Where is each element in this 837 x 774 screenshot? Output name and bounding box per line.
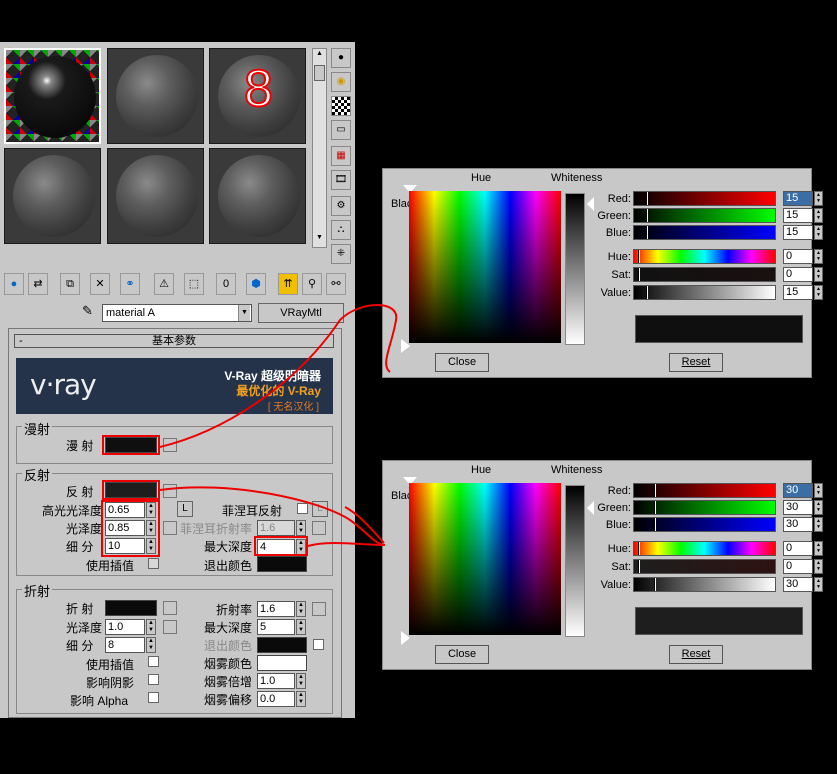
annotation-arrows bbox=[159, 304, 398, 547]
annotation-curve-gloss bbox=[344, 506, 385, 544]
annotation-curve-reflect bbox=[159, 486, 386, 546]
annotation-curve-diffuse bbox=[159, 304, 398, 448]
annotation-curve-depth bbox=[307, 542, 385, 547]
